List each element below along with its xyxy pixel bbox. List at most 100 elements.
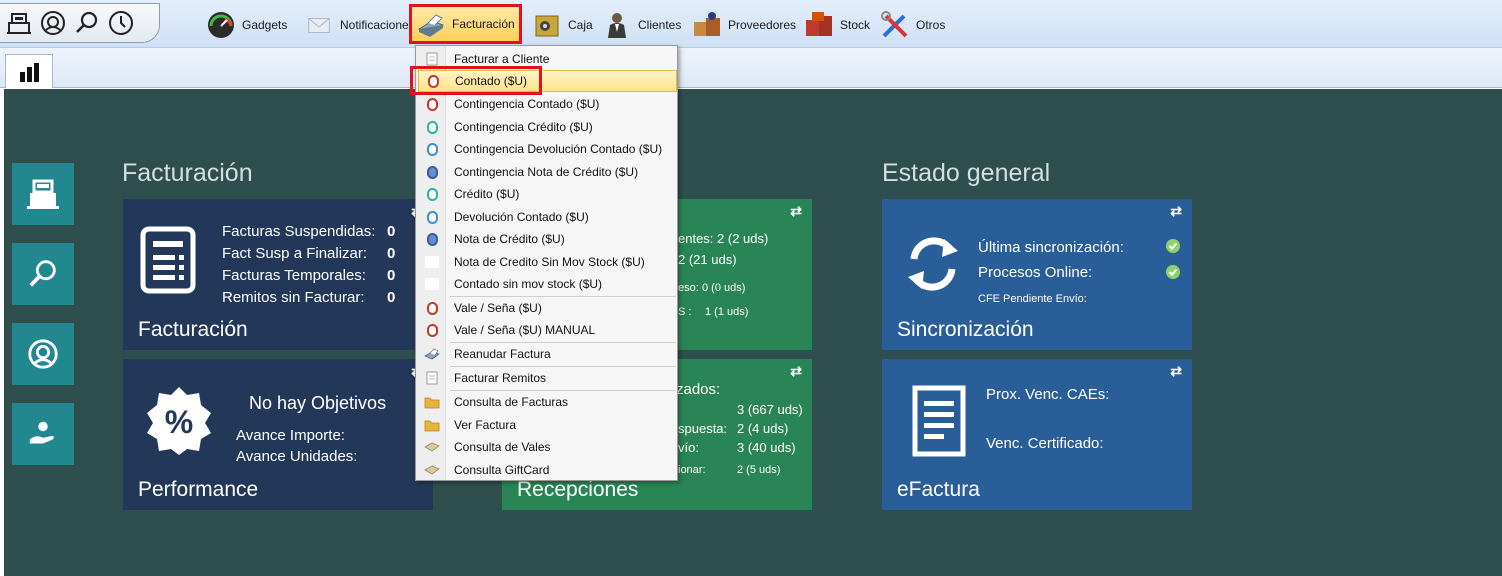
document-icon — [418, 52, 446, 66]
toolbar-caja-label: Caja — [568, 18, 593, 32]
safe-icon — [532, 10, 562, 40]
menu-item-contado-sin-mov-stock[interactable]: Contado sin mov stock ($U) — [418, 273, 677, 295]
bar-chart-icon — [20, 62, 39, 82]
tile-row-value: 0 — [387, 245, 396, 262]
toolbar-gadgets[interactable]: Gadgets — [202, 6, 291, 44]
tile-sincronizacion[interactable]: ⇄ Última sincronización: Procesos Online… — [882, 199, 1192, 350]
toolbar-notificaciones[interactable]: Notificaciones — [300, 6, 419, 44]
search-icon — [29, 260, 56, 287]
invoice-icon — [912, 385, 966, 457]
blank-icon — [418, 256, 446, 268]
menu-item-vale-sena-manual[interactable]: Vale / Seña ($U) MANUAL — [418, 319, 677, 341]
toolbar-proveedores[interactable]: Proveedores — [688, 6, 800, 44]
sync-icon — [908, 237, 958, 291]
sidebar-facturacion-button[interactable] — [12, 163, 74, 225]
tile-row-label: Remitos sin Facturar: — [222, 289, 365, 306]
green-row-label: eso: — [678, 282, 699, 294]
folder-icon — [418, 419, 446, 432]
toolbar-gadgets-label: Gadgets — [242, 18, 288, 32]
folder-icon — [418, 396, 446, 409]
teal-pill-icon — [418, 187, 446, 201]
menu-item-label: Vale / Seña ($U) MANUAL — [454, 323, 596, 337]
performance-headline: No hay Objetivos — [249, 393, 387, 413]
tile-efactura[interactable]: ⇄ Prox. Venc. CAEs: Venc. Certificado: e… — [882, 359, 1192, 510]
refresh-icon[interactable]: ⇄ — [790, 203, 802, 220]
toolbar-otros[interactable]: Otros — [876, 6, 949, 44]
refresh-icon[interactable]: ⇄ — [1170, 363, 1182, 380]
recepciones-value: 3 (667 uds) — [737, 402, 803, 417]
sync-row: Procesos Online: — [978, 264, 1093, 281]
menu-item-consulta-de-vales[interactable]: Consulta de Vales — [418, 436, 677, 458]
green-row: entes: 2 (2 uds) — [678, 231, 769, 246]
tile-facturacion[interactable]: ⇄ Facturas Suspendidas: 0 Fact Susp a Fi… — [123, 199, 433, 350]
menu-item-consulta-de-facturas[interactable]: Consulta de Facturas — [418, 391, 677, 413]
dashboard: Facturación Estado general ⇄ Facturas Su… — [4, 89, 1502, 576]
menu-item-facturar-a-cliente[interactable]: Facturar a Cliente — [418, 48, 677, 70]
toolbar-clientes-label: Clientes — [638, 18, 682, 32]
toolbar-facturacion-label: Facturación — [452, 17, 515, 31]
sidebar-support-button[interactable] — [12, 323, 74, 385]
menu-item-label: Contingencia Devolución Contado ($U) — [454, 142, 663, 156]
menu-item-contingencia-credito[interactable]: Contingencia Crédito ($U) — [418, 116, 677, 138]
menu-item-label: Vale / Seña ($U) — [454, 301, 542, 315]
blue-pill-icon — [418, 210, 446, 224]
sidebar-payments-button[interactable] — [12, 403, 74, 465]
menu-item-label: Ver Factura — [454, 418, 517, 432]
menu-item-facturar-remitos[interactable]: Facturar Remitos — [418, 367, 677, 389]
menu-item-label: Contado sin mov stock ($U) — [454, 277, 603, 291]
tools-icon — [880, 10, 910, 40]
toolbar-notificaciones-label: Notificaciones — [340, 18, 415, 32]
menu-item-contado[interactable]: Contado ($U) — [418, 70, 677, 92]
cash-register-icon[interactable] — [4, 8, 34, 38]
menu-item-reanudar-factura[interactable]: Reanudar Factura — [418, 343, 677, 365]
green-row-value: 0 (0 uds) — [702, 282, 746, 294]
menu-item-label: Contado ($U) — [455, 74, 528, 88]
sync-row: CFE Pendiente Envío: — [978, 293, 1087, 305]
toolbar-caja[interactable]: Caja — [528, 6, 597, 44]
recepciones-value: 2 (5 uds) — [737, 464, 781, 476]
tile-row-value: 0 — [387, 267, 396, 284]
performance-row: Avance Importe: — [236, 427, 345, 444]
tab-dashboard[interactable] — [5, 54, 53, 88]
toolbar-clientes[interactable]: Clientes — [598, 6, 685, 44]
red-pill-icon — [418, 323, 446, 337]
check-circle-icon — [1166, 239, 1180, 253]
menu-item-nota-de-credito-sin-mov-stock[interactable]: Nota de Credito Sin Mov Stock ($U) — [418, 251, 677, 273]
toolbar-proveedores-label: Proveedores — [728, 18, 797, 32]
tile-performance[interactable]: ⇄ % No hay Objetivos Avance Importe: Ava… — [123, 359, 433, 510]
tab-strip — [0, 48, 1502, 88]
person-icon — [602, 10, 632, 40]
search-icon[interactable] — [72, 8, 102, 38]
menu-item-consulta-giftcard[interactable]: Consulta GiftCard — [418, 459, 677, 481]
tile-title: Sincronización — [897, 318, 1034, 341]
section-title-facturacion: Facturación — [122, 159, 253, 187]
menu-item-label: Contingencia Nota de Crédito ($U) — [454, 165, 639, 179]
gauge-icon — [206, 10, 236, 40]
menu-item-label: Contingencia Contado ($U) — [454, 97, 600, 111]
menu-item-vale-sena[interactable]: Vale / Seña ($U) — [418, 297, 677, 319]
cash-register-icon — [27, 179, 59, 209]
document-icon — [140, 226, 196, 294]
menu-item-nota-de-credito[interactable]: Nota de Crédito ($U) — [418, 228, 677, 250]
toolbar-stock[interactable]: Stock — [800, 6, 874, 44]
menu-item-label: Contingencia Crédito ($U) — [454, 120, 593, 134]
clock-icon[interactable] — [106, 8, 136, 38]
menu-item-contingencia-nota-de-credito[interactable]: Contingencia Nota de Crédito ($U) — [418, 161, 677, 183]
menu-item-devolucion-contado[interactable]: Devolución Contado ($U) — [418, 206, 677, 228]
menu-item-ver-factura[interactable]: Ver Factura — [418, 414, 677, 436]
menu-item-label: Nota de Credito Sin Mov Stock ($U) — [454, 255, 645, 269]
menu-item-contingencia-devolucion-contado[interactable]: Contingencia Devolución Contado ($U) — [418, 138, 677, 160]
refresh-icon[interactable]: ⇄ — [790, 363, 802, 380]
teal-pill-icon — [418, 120, 446, 134]
menu-item-label: Facturar a Cliente — [454, 52, 550, 66]
refresh-icon[interactable]: ⇄ — [1170, 203, 1182, 220]
menu-item-contingencia-contado[interactable]: Contingencia Contado ($U) — [418, 93, 677, 115]
tile-row-label: Fact Susp a Finalizar: — [222, 245, 368, 262]
svg-text:%: % — [165, 404, 193, 440]
percent-badge-icon: % — [147, 387, 211, 455]
printer-icon — [418, 347, 446, 361]
sidebar-search-button[interactable] — [12, 243, 74, 305]
toolbar-facturacion[interactable]: Facturación — [409, 4, 522, 44]
menu-item-credito[interactable]: Crédito ($U) — [418, 183, 677, 205]
support-agent-icon[interactable] — [38, 8, 68, 38]
